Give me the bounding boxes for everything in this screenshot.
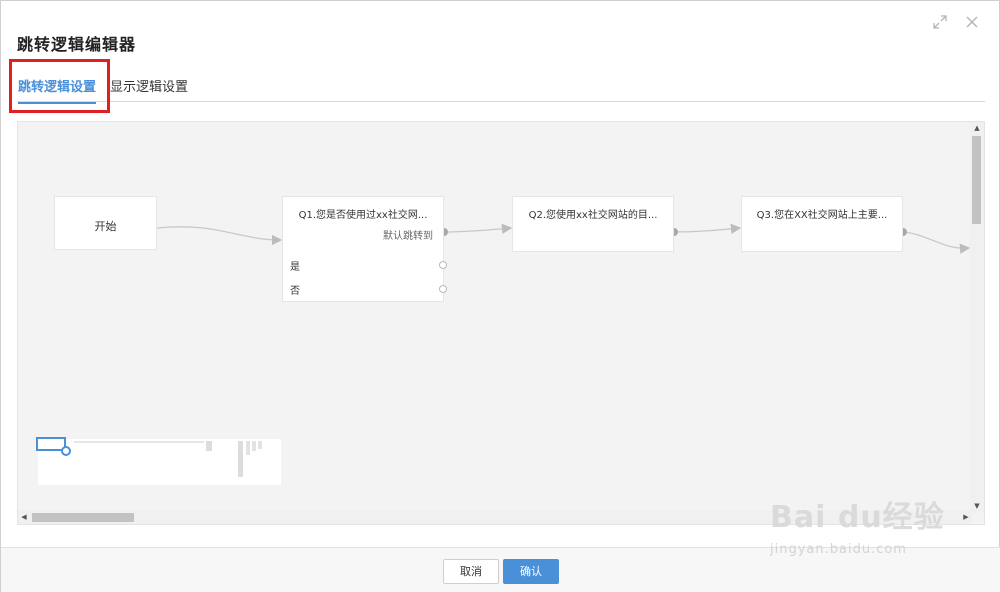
edge-q1-q2: [443, 223, 513, 234]
edge-q2-q3: [673, 223, 742, 235]
vertical-scrollbar[interactable]: ▲ ▼: [970, 122, 984, 512]
minimap-preview: [74, 441, 262, 477]
minimap[interactable]: [36, 437, 281, 485]
vertical-scroll-thumb[interactable]: [972, 136, 981, 224]
confirm-button[interactable]: 确认: [503, 559, 559, 584]
edge-q3-next: [902, 231, 971, 254]
flow-node-start[interactable]: 开始: [54, 196, 157, 250]
q1-option-no: 否: [290, 286, 300, 297]
scroll-right-arrow-icon[interactable]: ▶: [960, 510, 972, 524]
scroll-left-arrow-icon[interactable]: ◀: [18, 510, 30, 524]
horizontal-scroll-thumb[interactable]: [32, 513, 134, 522]
dialog-footer: 取消 确认: [1, 547, 1000, 592]
start-node-label: 开始: [94, 220, 117, 233]
scroll-down-arrow-icon[interactable]: ▼: [970, 500, 984, 512]
tab-bar: 跳转逻辑设置 显示逻辑设置: [17, 61, 985, 104]
tab-display-logic[interactable]: 显示逻辑设置: [110, 76, 188, 95]
annotation-highlight-box: [9, 59, 110, 113]
edge-start-q1: [156, 226, 283, 246]
q1-default-jump-label: 默认跳转到: [383, 231, 433, 242]
flow-node-q1[interactable]: Q1.您是否使用过xx社交网... 默认跳转到 是 否: [282, 196, 447, 302]
q1-option-yes: 是: [290, 262, 300, 273]
expand-icon[interactable]: [931, 15, 949, 33]
q1-option-no-port[interactable]: [439, 285, 447, 293]
dialog-title: 跳转逻辑编辑器: [17, 35, 137, 54]
cancel-button[interactable]: 取消: [443, 559, 499, 584]
logic-editor-dialog: 跳转逻辑编辑器 跳转逻辑设置 显示逻辑设置 开始 Q1.您是否使用过xx社交网.…: [0, 0, 1000, 592]
flow-canvas[interactable]: 开始 Q1.您是否使用过xx社交网... 默认跳转到 是 否 Q2.您使用xx社…: [17, 121, 985, 525]
flow-node-q3[interactable]: Q3.您在XX社交网站上主要...: [741, 196, 903, 252]
minimap-resize-handle[interactable]: [61, 446, 71, 456]
q2-title: Q2.您使用xx社交网站的目...: [528, 210, 658, 221]
q3-title: Q3.您在XX社交网站上主要...: [756, 210, 888, 221]
close-icon[interactable]: [963, 15, 981, 33]
scroll-up-arrow-icon[interactable]: ▲: [970, 122, 984, 134]
flow-node-q2[interactable]: Q2.您使用xx社交网站的目...: [512, 196, 674, 252]
horizontal-scrollbar[interactable]: ◀ ▶: [18, 510, 972, 524]
q1-option-yes-port[interactable]: [439, 261, 447, 269]
q1-title: Q1.您是否使用过xx社交网...: [298, 210, 428, 221]
